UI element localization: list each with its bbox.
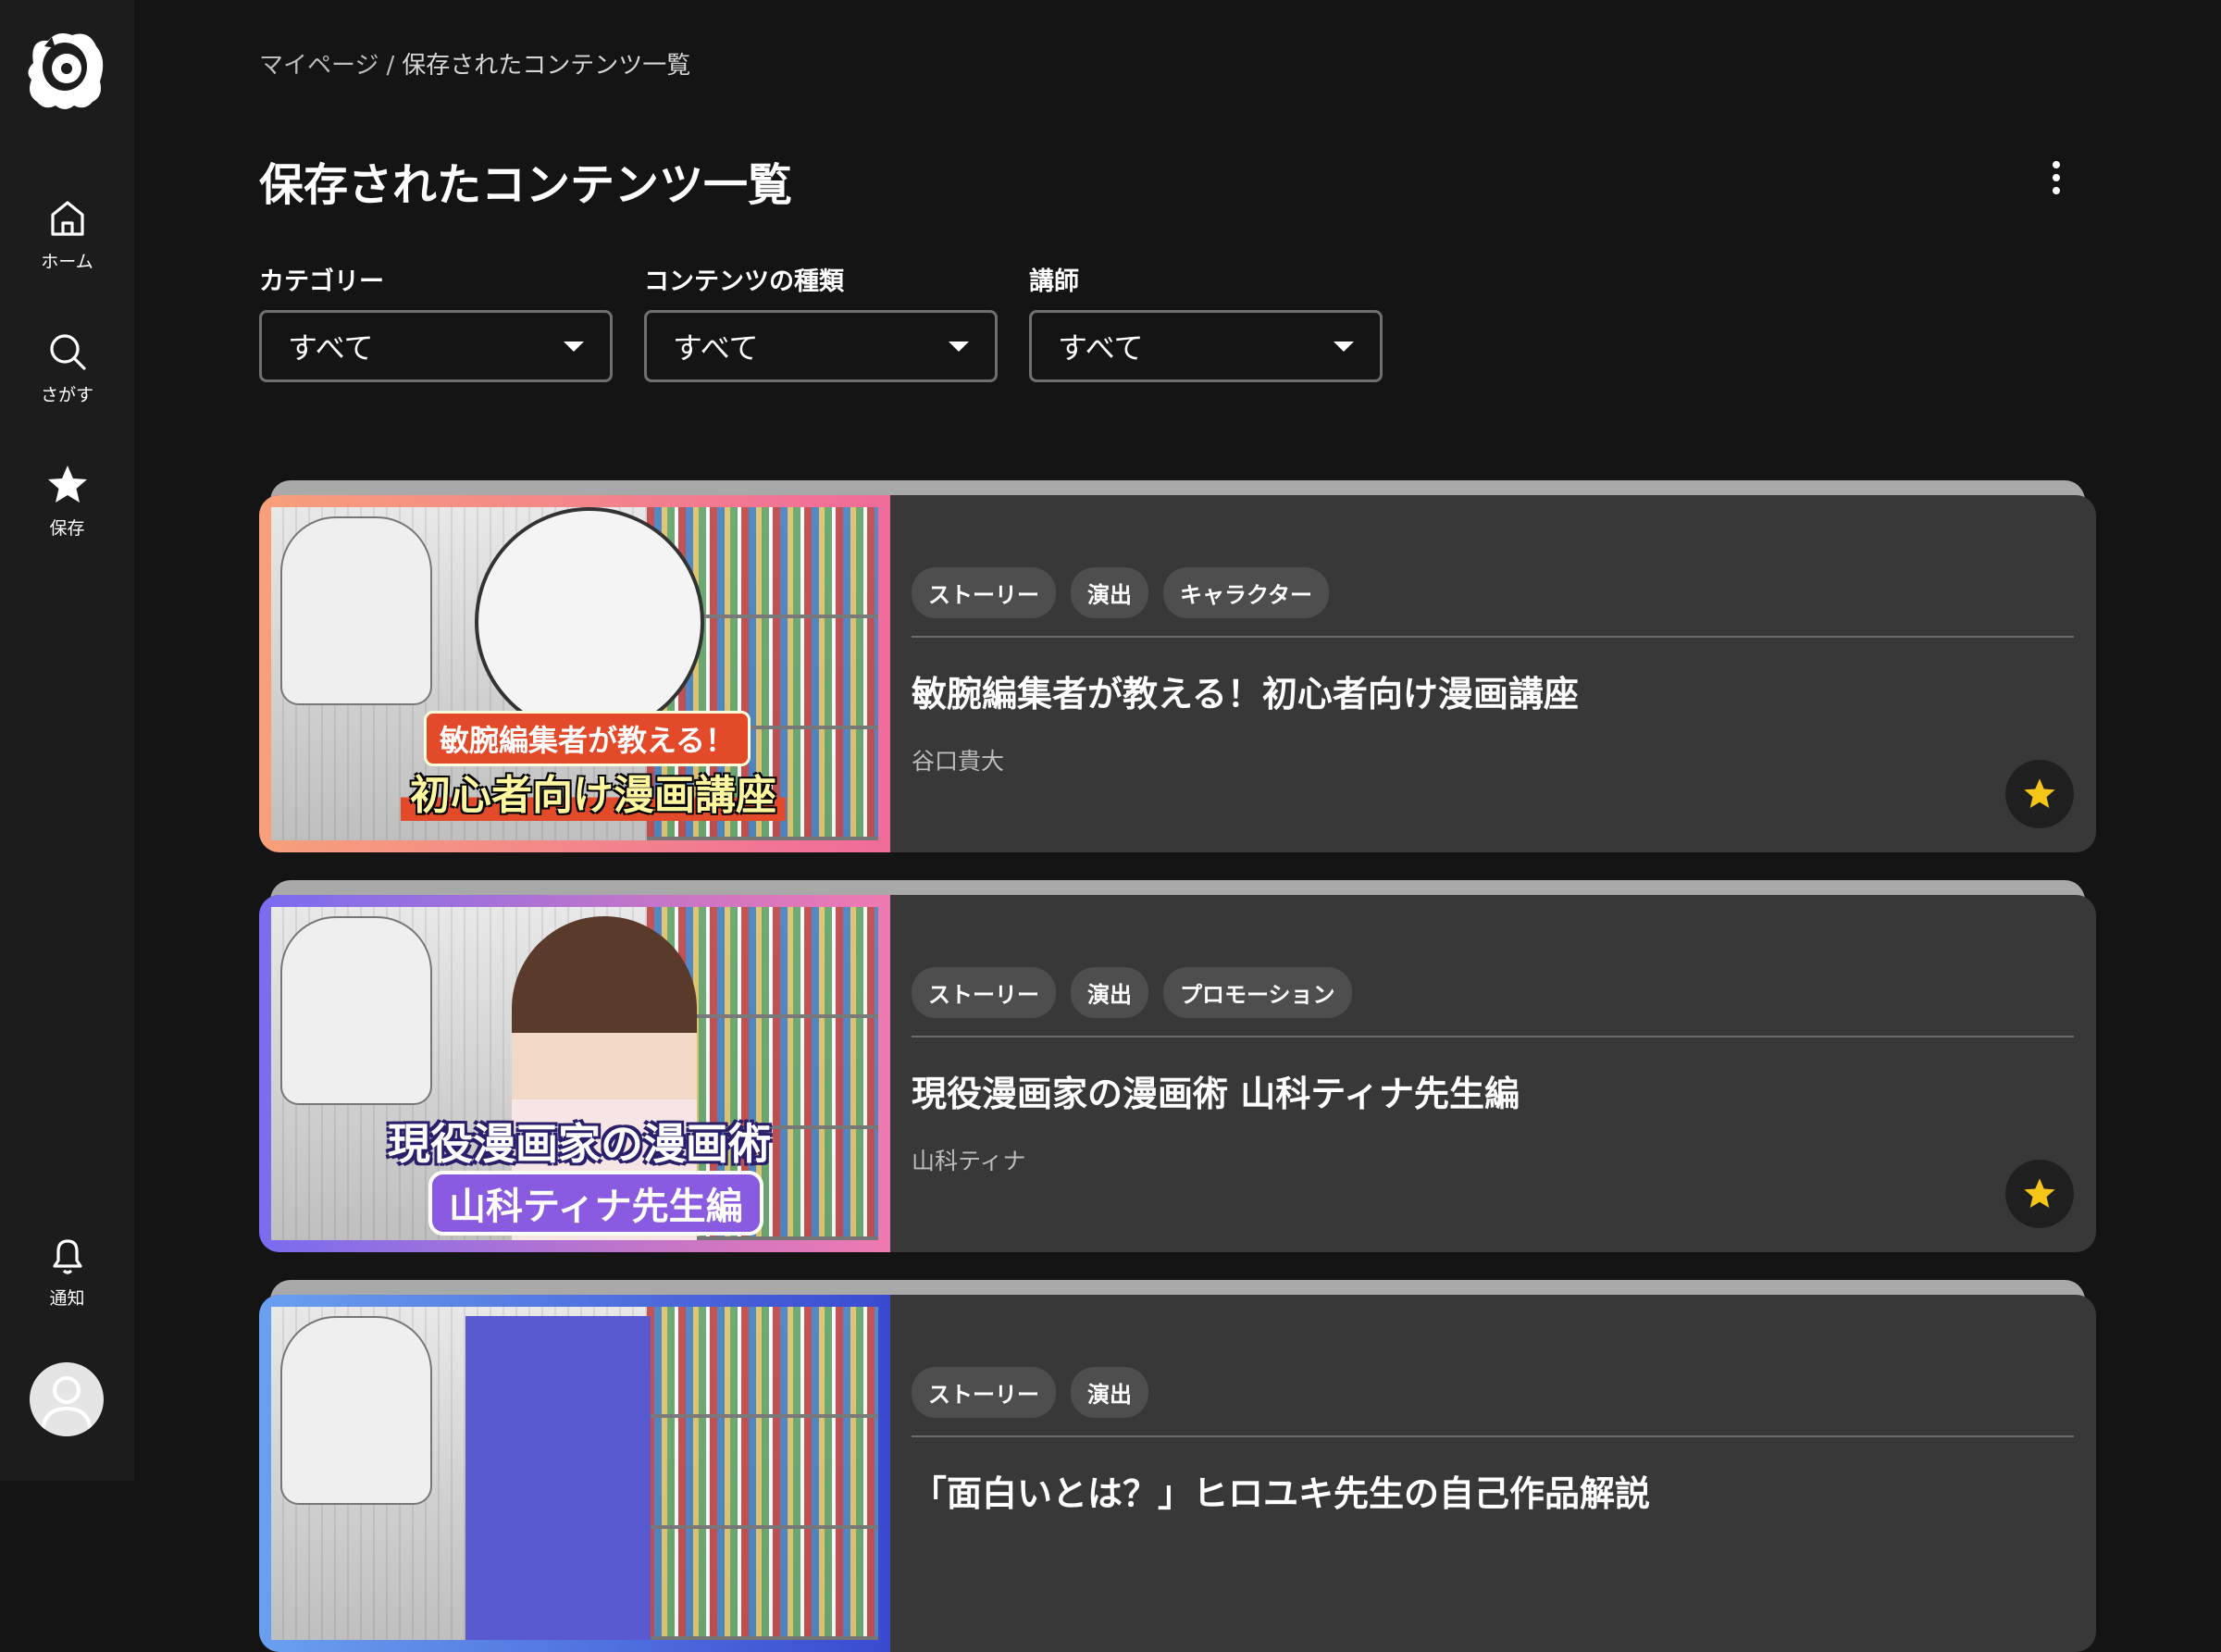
thumbnail-caption-top: 敏腕編集者が教える！ (424, 711, 751, 766)
bookshelf (647, 1307, 878, 1640)
card-thumbnail[interactable] (259, 1295, 890, 1652)
teacher-select[interactable]: すべて (1029, 310, 1383, 382)
more-options-dot (2053, 174, 2060, 181)
tag-list: ストーリー 演出 プロモーション (912, 967, 1352, 1018)
sidebar-item-home[interactable]: ホーム (0, 196, 134, 273)
thumbnail-caption-bottom: 初心者向け漫画講座 (401, 762, 786, 821)
bell-icon (52, 1239, 82, 1274)
tag[interactable]: 演出 (1071, 1367, 1148, 1418)
divider (912, 636, 2074, 638)
avatar[interactable] (30, 1362, 104, 1436)
logo-icon[interactable] (20, 26, 109, 115)
card-title[interactable]: 現役漫画家の漫画術 山科ティナ先生編 (912, 1065, 1520, 1116)
user-icon (41, 1376, 93, 1432)
sidebar: ホーム さがす 保存 通知 (0, 0, 134, 1481)
sidebar-item-label: さがす (40, 385, 93, 405)
card-content: ストーリー 演出 「面白いとは？」ヒロユキ先生の自己作品解説 (912, 1295, 2074, 1652)
content-card[interactable]: ストーリー 演出 「面白いとは？」ヒロユキ先生の自己作品解説 (259, 1280, 2096, 1652)
thumbnail-caption-top: 現役漫画家の漫画術 (388, 1119, 771, 1169)
filter-label: コンテンツの種類 (644, 267, 844, 296)
manga-sketch (280, 916, 432, 1105)
breadcrumb-current: 保存されたコンテンツ一覧 (402, 52, 691, 80)
select-value: すべて (1058, 330, 1144, 366)
content-card[interactable]: 敏腕編集者が教える！ 初心者向け漫画講座 ストーリー 演出 キャラクター 敏腕編… (259, 480, 2096, 852)
breadcrumb-root[interactable]: マイページ (259, 52, 378, 80)
card-body: 敏腕編集者が教える！ 初心者向け漫画講座 ストーリー 演出 キャラクター 敏腕編… (259, 495, 2096, 852)
sidebar-item-notifications[interactable]: 通知 (0, 1233, 134, 1310)
filter-label: カテゴリー (259, 267, 384, 296)
character-mascot (465, 1316, 651, 1640)
manga-sketch (280, 516, 432, 705)
breadcrumb-separator: / (386, 52, 395, 80)
search-icon (49, 334, 86, 370)
sidebar-item-label: 保存 (49, 518, 85, 539)
card-teacher: 山科ティナ (912, 1148, 1026, 1174)
content-card[interactable]: 現役漫画家の漫画術 山科ティナ先生編 ストーリー 演出 プロモーション 現役漫画… (259, 880, 2096, 1252)
star-icon (2024, 778, 2055, 809)
card-body: 現役漫画家の漫画術 山科ティナ先生編 ストーリー 演出 プロモーション 現役漫画… (259, 895, 2096, 1252)
star-icon (2024, 1178, 2055, 1209)
favorite-button[interactable] (2005, 760, 2074, 828)
dog-portrait (475, 507, 704, 737)
sidebar-item-saved[interactable]: 保存 (0, 463, 134, 540)
card-content: ストーリー 演出 プロモーション 現役漫画家の漫画術 山科ティナ先生編 山科ティ… (912, 895, 2074, 1252)
breadcrumb: マイページ / 保存されたコンテンツ一覧 (259, 46, 690, 81)
card-body: ストーリー 演出 「面白いとは？」ヒロユキ先生の自己作品解説 (259, 1295, 2096, 1652)
sidebar-item-search[interactable]: さがす (0, 329, 134, 406)
manga-sketch (280, 1316, 432, 1505)
tag[interactable]: ストーリー (912, 1367, 1056, 1418)
more-options-icon (2053, 161, 2060, 168)
caret-down-icon (564, 341, 584, 352)
favorite-button[interactable] (2005, 1160, 2074, 1228)
content-type-select[interactable]: すべて (644, 310, 998, 382)
tag[interactable]: プロモーション (1163, 967, 1352, 1018)
card-thumbnail[interactable]: 敏腕編集者が教える！ 初心者向け漫画講座 (259, 495, 890, 852)
more-options-button[interactable] (2041, 155, 2071, 200)
divider (912, 1036, 2074, 1037)
divider (912, 1435, 2074, 1437)
thumbnail-image (271, 1307, 878, 1640)
card-thumbnail[interactable]: 現役漫画家の漫画術 山科ティナ先生編 (259, 895, 890, 1252)
caret-down-icon (1334, 341, 1354, 352)
sidebar-item-label: ホーム (41, 252, 93, 272)
filter-category: カテゴリー すべて (259, 261, 613, 382)
more-options-dot (2053, 187, 2060, 194)
tag[interactable]: ストーリー (912, 567, 1056, 618)
filter-content-type: コンテンツの種類 すべて (644, 261, 998, 382)
tag[interactable]: ストーリー (912, 967, 1056, 1018)
category-select[interactable]: すべて (259, 310, 613, 382)
tag-list: ストーリー 演出 キャラクター (912, 567, 1330, 618)
caret-down-icon (949, 341, 969, 352)
tag[interactable]: 演出 (1071, 567, 1148, 618)
page-title: 保存されたコンテンツ一覧 (259, 159, 793, 211)
select-value: すべて (288, 330, 374, 366)
select-value: すべて (673, 330, 759, 366)
home-icon (50, 201, 84, 236)
card-content: ストーリー 演出 キャラクター 敏腕編集者が教える！初心者向け漫画講座 谷口貴大 (912, 495, 2074, 852)
filter-teacher: 講師 すべて (1029, 261, 1383, 382)
thumbnail-image: 敏腕編集者が教える！ 初心者向け漫画講座 (271, 507, 878, 840)
card-title[interactable]: 敏腕編集者が教える！初心者向け漫画講座 (912, 665, 1579, 716)
filter-label: 講師 (1029, 267, 1079, 296)
thumbnail-image: 現役漫画家の漫画術 山科ティナ先生編 (271, 907, 878, 1240)
tag[interactable]: キャラクター (1163, 567, 1330, 618)
tag[interactable]: 演出 (1071, 967, 1148, 1018)
star-icon (47, 466, 87, 503)
sidebar-item-label: 通知 (49, 1288, 85, 1309)
card-title[interactable]: 「面白いとは？」ヒロユキ先生の自己作品解説 (912, 1465, 1650, 1516)
tag-list: ストーリー 演出 (912, 1367, 1148, 1418)
card-teacher: 谷口貴大 (912, 748, 1005, 775)
thumbnail-caption-bottom: 山科ティナ先生編 (428, 1171, 763, 1236)
